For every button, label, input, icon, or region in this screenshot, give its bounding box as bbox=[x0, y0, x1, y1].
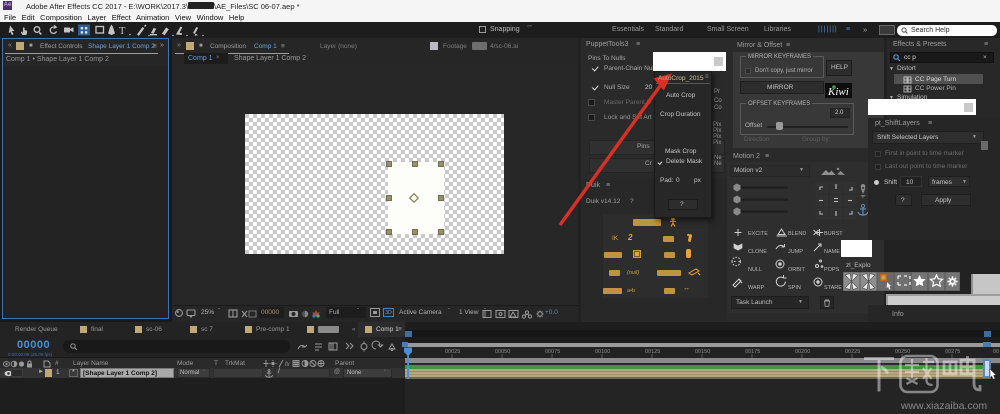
svg-text:CLONE: CLONE bbox=[748, 249, 767, 255]
svg-text:www.xiazaiba.com: www.xiazaiba.com bbox=[900, 400, 988, 412]
svg-text:ORBIT: ORBIT bbox=[788, 267, 805, 273]
svg-text:NAME: NAME bbox=[824, 249, 840, 255]
svg-text:BURST: BURST bbox=[824, 231, 843, 237]
svg-text:NULL: NULL bbox=[748, 267, 762, 273]
svg-text:Kiwi: Kiwi bbox=[827, 86, 849, 98]
svg-text:POPS: POPS bbox=[824, 267, 840, 273]
svg-text:WARP: WARP bbox=[748, 285, 765, 291]
svg-text:STARE: STARE bbox=[824, 285, 842, 291]
svg-text:EXCITE: EXCITE bbox=[748, 231, 768, 237]
svg-text:T: T bbox=[119, 26, 126, 37]
svg-text:BLEND: BLEND bbox=[788, 231, 806, 237]
svg-text:JUMP: JUMP bbox=[788, 249, 803, 255]
svg-text:SPIN: SPIN bbox=[788, 285, 801, 291]
